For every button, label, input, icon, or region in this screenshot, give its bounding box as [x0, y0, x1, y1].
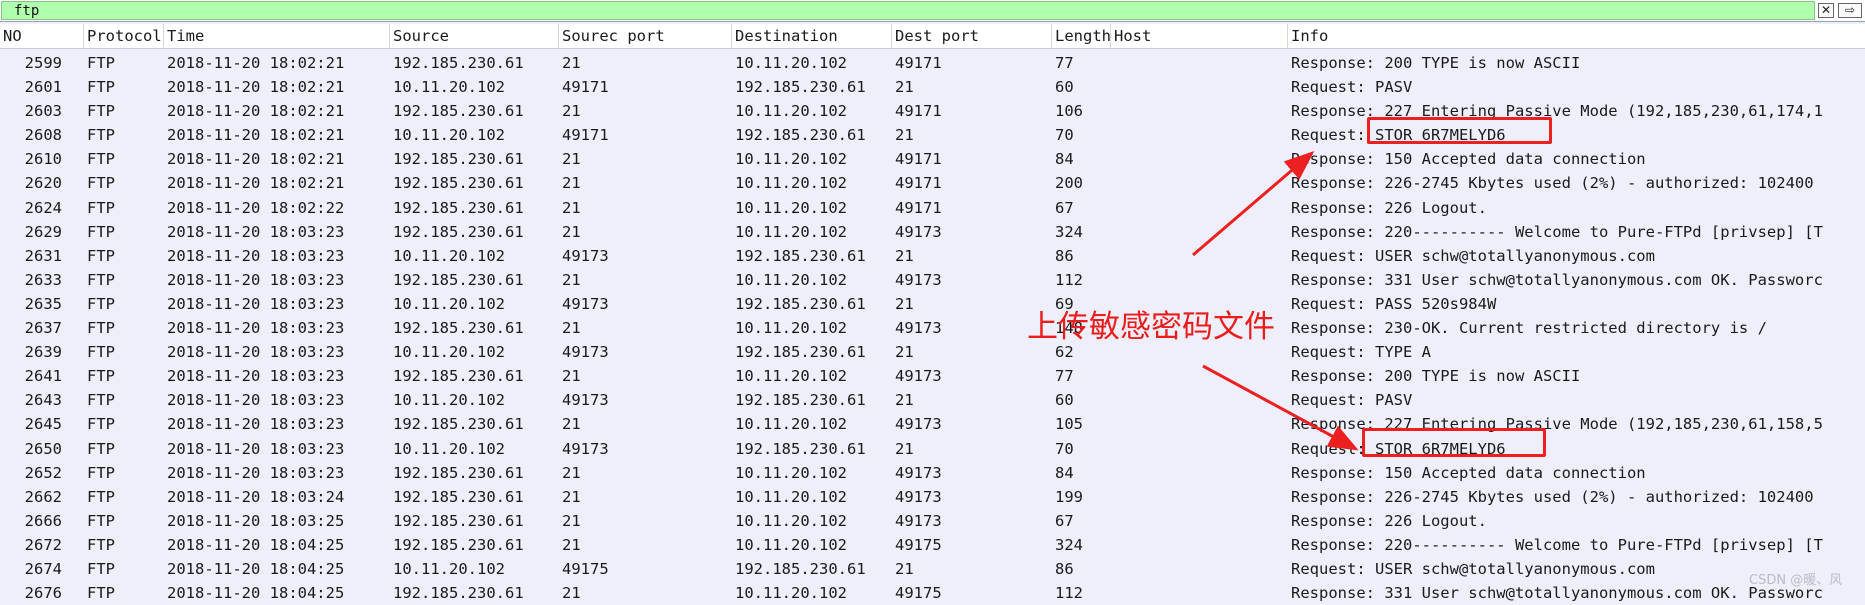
annotation-label: 上传敏感密码文件 [1027, 309, 1275, 345]
annotation-arrows [1192, 151, 1359, 451]
arrow-down [1202, 364, 1359, 451]
arrow-up [1192, 151, 1315, 257]
watermark: CSDN @暖、风 [1749, 573, 1843, 588]
